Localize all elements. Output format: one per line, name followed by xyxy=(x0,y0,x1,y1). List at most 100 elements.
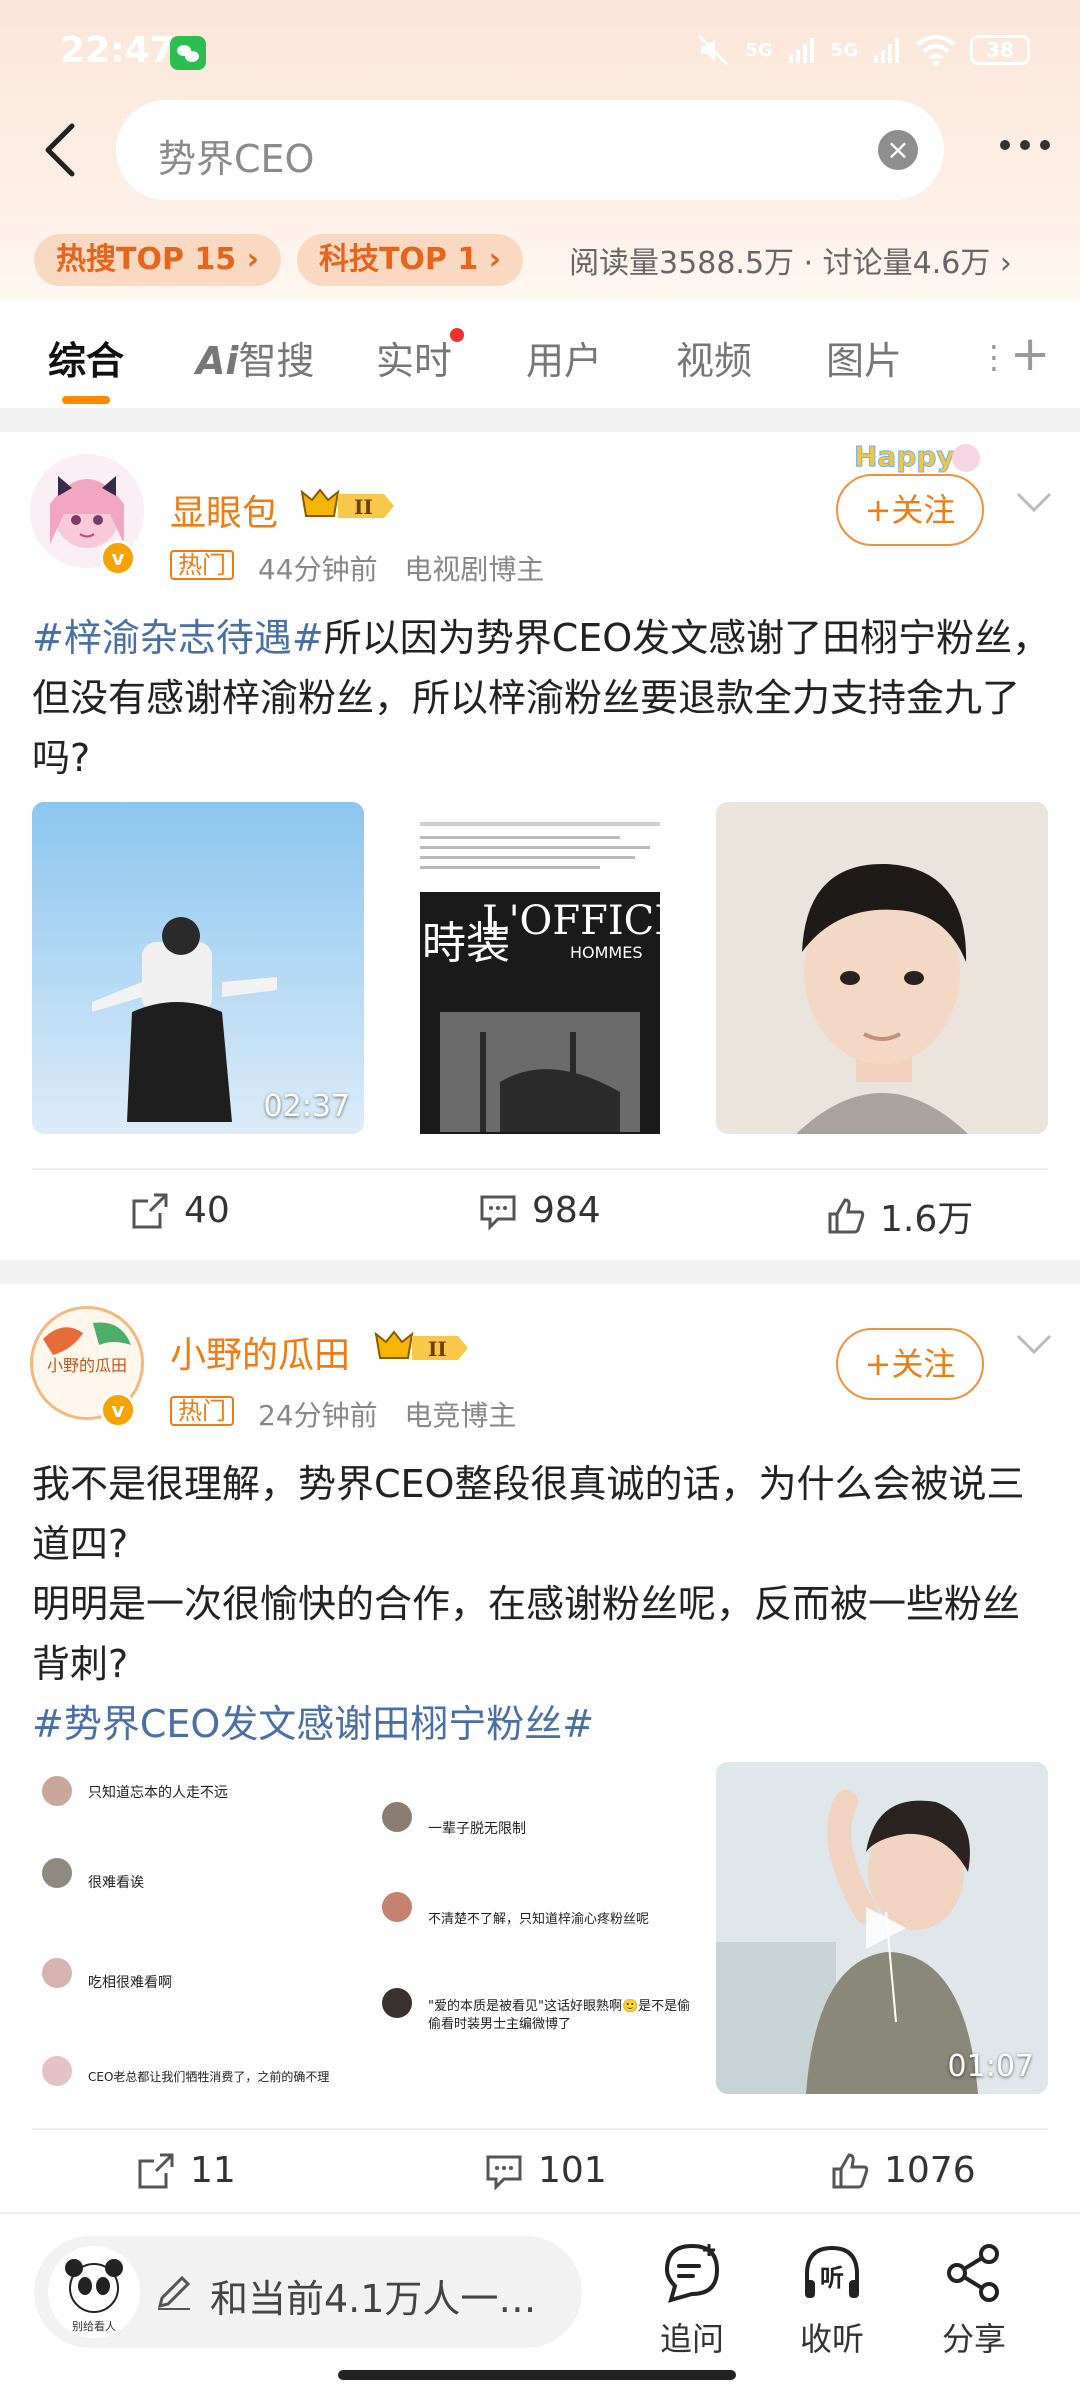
post-card[interactable]: v Happy 显眼包 II 热门 44分钟前 电视剧博主 +关注 #梓渝杂志待… xyxy=(0,432,1080,1260)
hot-search-pill[interactable]: 热搜TOP 15 › xyxy=(34,234,281,286)
repost-button[interactable]: 40 xyxy=(130,1190,230,1231)
post-hashtag[interactable]: #梓渝杂志待遇# xyxy=(32,616,324,660)
section-gap xyxy=(0,408,1080,432)
signal-1-icon xyxy=(788,38,814,63)
tab-videos[interactable]: 视频 xyxy=(676,330,752,385)
svg-text:L'OFFICIEL: L'OFFICIEL xyxy=(482,898,660,944)
repost-button[interactable]: 11 xyxy=(136,2150,236,2191)
add-tab-icon[interactable]: + xyxy=(1010,326,1050,382)
panda-avatar: 别给看人 xyxy=(48,2246,140,2338)
comment-icon xyxy=(480,1195,516,1231)
tech-rank-pill[interactable]: 科技TOP 1 › xyxy=(296,234,524,286)
video-duration: 01:07 xyxy=(947,2049,1034,2084)
comment-button[interactable]: 984 xyxy=(478,1190,601,1231)
search-input[interactable]: 势界CEO × xyxy=(116,100,944,200)
comment-count: 101 xyxy=(538,2150,607,2191)
tab-overflow-icon: ⋮ xyxy=(978,338,1010,376)
comment-text: 只知道忘本的人走不远 xyxy=(88,1785,228,1801)
tab-bar: 综合 Ai智搜 实时 用户 视频 图片 ⋮ + xyxy=(0,300,1080,408)
ai-logo-icon: Ai xyxy=(196,339,239,383)
status-time: 22:47 xyxy=(60,30,175,71)
repost-icon xyxy=(138,2153,174,2188)
post-time: 44分钟前 xyxy=(258,553,378,586)
follow-button[interactable]: +关注 xyxy=(836,474,984,546)
read-discuss-stats[interactable]: 阅读量3588.5万 · 讨论量4.6万 › xyxy=(569,238,1012,282)
tab-ai-search[interactable]: Ai智搜 xyxy=(196,330,314,385)
comments-screenshot-left[interactable]: 只知道忘本的人走不远 很难看诶 吃相很难看啊 CEO老总都让我们牺牲消费了，之前… xyxy=(32,1762,364,2094)
chat-plus-icon xyxy=(664,2243,720,2303)
listen-button[interactable]: 听 收听 xyxy=(772,2240,892,2360)
follow-button[interactable]: +关注 xyxy=(836,1328,984,1400)
tab-comprehensive[interactable]: 综合 xyxy=(48,330,124,385)
share-button[interactable]: 分享 xyxy=(914,2240,1034,2360)
follow-up-button[interactable]: 追问 xyxy=(632,2240,752,2360)
post-username[interactable]: 小野的瓜田 xyxy=(170,1326,350,1378)
header: 22:47 5G 5G 38 势界CEO × 热搜TOP 15 › 科技TOP … xyxy=(0,0,1080,300)
like-count: 1076 xyxy=(884,2150,976,2191)
comment-text: 一辈子脱无限制 xyxy=(428,1821,526,1837)
thumbs-up-icon xyxy=(832,2152,869,2188)
like-button[interactable]: 1076 xyxy=(830,2150,976,2191)
chevron-down-icon[interactable] xyxy=(1014,488,1054,518)
rank-badge-icon: II xyxy=(300,488,394,519)
signal-1-label: 5G xyxy=(745,39,773,61)
mute-icon xyxy=(698,34,729,66)
home-indicator[interactable] xyxy=(338,2370,736,2380)
ask-input[interactable]: 别给看人 和当前4.1万人一… xyxy=(34,2236,582,2348)
post-time: 24分钟前 xyxy=(258,1399,378,1432)
post-hashtag[interactable]: #势界CEO发文感谢田栩宁粉丝# xyxy=(32,1694,1052,1754)
post-meta: 24分钟前 电竞博主 xyxy=(258,1394,516,1434)
verified-badge-icon: v xyxy=(100,1392,136,1428)
tab-realtime-label: 实时 xyxy=(376,339,453,383)
chevron-down-icon[interactable] xyxy=(1014,1330,1054,1360)
svg-text:Happy: Happy xyxy=(854,440,955,473)
status-bar: 22:47 5G 5G 38 xyxy=(0,0,1080,100)
like-count: 1.6万 xyxy=(880,1199,974,1240)
comment-icon xyxy=(486,2155,522,2191)
portrait-image[interactable] xyxy=(716,802,1048,1134)
comment-text: 不清楚不了解，只知道梓渝心疼粉丝呢 xyxy=(428,1912,650,1927)
video-thumbnail[interactable]: 01:07 xyxy=(716,1762,1048,2094)
system-icons: 5G 5G 38 xyxy=(695,32,1030,68)
like-button[interactable]: 1.6万 xyxy=(826,1190,973,1242)
video-thumbnail[interactable]: 02:37 xyxy=(32,802,364,1134)
post-meta: 44分钟前 电视剧博主 xyxy=(258,548,544,588)
thumbs-up-icon xyxy=(828,1198,865,1234)
section-gap xyxy=(0,1260,1080,1284)
comment-text: 很难看诶 xyxy=(88,1875,144,1891)
divider xyxy=(32,1168,1048,1170)
back-arrow-icon[interactable] xyxy=(40,122,80,178)
comment-text: 吃相很难看啊 xyxy=(88,1975,172,1991)
post-username[interactable]: 显眼包 xyxy=(170,484,278,536)
rank-badge-icon: II xyxy=(374,1330,468,1361)
tab-realtime[interactable]: 实时 xyxy=(376,328,465,385)
magazine-image[interactable]: 時装 L'OFFICIEL HOMMES xyxy=(420,802,660,1134)
repost-count: 40 xyxy=(184,1190,230,1231)
pencil-icon xyxy=(157,2275,191,2310)
signal-2-icon xyxy=(874,38,899,63)
comments-screenshot-middle[interactable]: 一辈子脱无限制 不清楚不了解，只知道梓渝心疼粉丝呢 "爱的本质是被看见"这话好眼… xyxy=(374,1762,706,2094)
listen-label: 收听 xyxy=(799,2320,864,2358)
verified-badge-icon: v xyxy=(100,540,136,576)
svg-text:听: 听 xyxy=(820,2264,844,2292)
hot-tag: 热门 xyxy=(170,1396,234,1426)
search-query: 势界CEO xyxy=(158,137,315,181)
post-text: #梓渝杂志待遇#所以因为势界CEO发文感谢了田栩宁粉丝，但没有感谢梓渝粉丝，所以… xyxy=(32,608,1052,788)
post-role: 电视剧博主 xyxy=(404,553,545,586)
repost-icon xyxy=(132,1193,168,1228)
wifi-icon xyxy=(916,35,956,66)
post-body-line-1: 我不是很理解，势界CEO整段很真诚的话，为什么会被说三道四? xyxy=(32,1462,1025,1566)
post-card[interactable]: 小野的瓜田 v 小野的瓜田 II 热门 24分钟前 电竞博主 +关注 我不是很理… xyxy=(0,1284,1080,2212)
tab-users[interactable]: 用户 xyxy=(526,330,602,385)
repost-count: 11 xyxy=(190,2150,236,2191)
share-label: 分享 xyxy=(941,2320,1006,2358)
more-options-icon[interactable] xyxy=(1000,140,1050,150)
comment-button[interactable]: 101 xyxy=(484,2150,607,2191)
wechat-notification-icon xyxy=(170,36,206,70)
clear-search-icon[interactable]: × xyxy=(878,130,918,170)
active-tab-indicator xyxy=(62,396,110,404)
tab-ai-search-label: 智搜 xyxy=(238,339,315,383)
post-text: 我不是很理解，势界CEO整段很真诚的话，为什么会被说三道四? 明明是一次很愉快的… xyxy=(32,1454,1052,1754)
tab-images[interactable]: 图片 xyxy=(826,330,902,385)
signal-2-label: 5G xyxy=(830,39,858,61)
